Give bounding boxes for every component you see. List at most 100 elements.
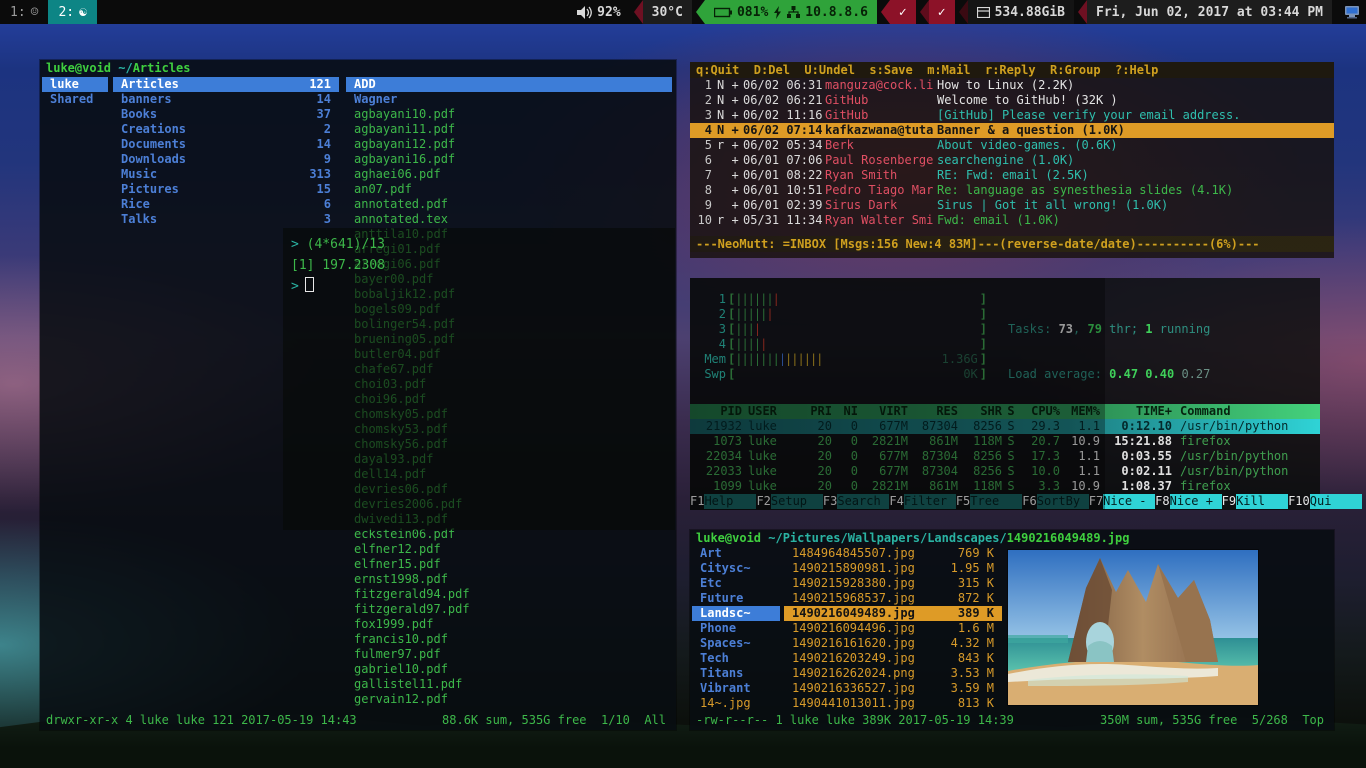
function-key[interactable]: F8Nice + [1155,494,1221,509]
file-row[interactable]: fitzgerald94.pdf [346,587,672,602]
message-number: 7 [690,168,712,183]
message-date: 06/01 08:22 [743,168,825,183]
image-file-row[interactable]: 1490216094496.jpg1.6 M [784,621,1002,636]
dir-row[interactable]: Phone [692,621,780,636]
image-file-row[interactable]: 1490215968537.jpg872 K [784,591,1002,606]
file-row[interactable]: Wagner [346,92,672,107]
dir-row[interactable]: Etc [692,576,780,591]
network-icon [787,6,800,18]
file-row[interactable]: gallistel11.pdf [346,677,672,692]
file-row[interactable]: fulmer97.pdf [346,647,672,662]
dir-row[interactable]: Books37 [113,107,339,122]
dir-row[interactable]: Landsc~ [692,606,780,621]
parent-dir-row[interactable]: luke [42,77,108,92]
image-file-row[interactable]: 1490216262024.png3.53 M [784,666,1002,681]
message-row[interactable]: 10 r + 05/31 11:34 Ryan Walter Smi Fwd: … [690,213,1334,228]
dir-row[interactable]: Creations2 [113,122,339,137]
function-key[interactable]: F6SortBy [1022,494,1088,509]
speaker-icon [577,6,592,19]
message-flags: N + [717,123,743,138]
file-row[interactable]: agbayani16.pdf [346,152,672,167]
function-key[interactable]: F5Tree [956,494,1022,509]
dir-row[interactable]: Future [692,591,780,606]
function-key[interactable]: F1Help [690,494,756,509]
file-row[interactable]: elfner15.pdf [346,557,672,572]
message-subject: Sirus | Got it all wrong! (1.0K) [937,198,1334,213]
workspace-2[interactable]: 2: ☯ [48,0,96,24]
check-icon: ✓ [899,5,907,20]
dir-row[interactable]: Spaces~ [692,636,780,651]
function-key[interactable]: F9Kill [1222,494,1288,509]
dir-row[interactable]: Articles121 [113,77,339,92]
process-row[interactable]: 22033luke200677M873048256S10.01.10:02.11… [690,464,1320,479]
file-row[interactable]: agbayani11.pdf [346,122,672,137]
disk-icon [977,7,990,18]
file-row[interactable]: elfner12.pdf [346,542,672,557]
process-row[interactable]: 1099luke2002821M861M118MS3.310.91:08.37f… [690,479,1320,494]
message-row[interactable]: 7 + 06/01 08:22 Ryan Smith RE: Fwd: emai… [690,168,1334,183]
image-file-row[interactable]: 1490215890981.jpg1.95 M [784,561,1002,576]
dir-row[interactable]: banners14 [113,92,339,107]
disk-free-value: 534.88GiB [995,5,1065,20]
system-tray[interactable] [1338,0,1366,24]
file-row[interactable]: fox1999.pdf [346,617,672,632]
file-row[interactable]: ernst1998.pdf [346,572,672,587]
function-key[interactable]: F10Qui [1288,494,1362,509]
calc-line-1: > (4*641)/13 [291,234,667,255]
process-row[interactable]: 21932luke200677M873048256S29.31.10:12.10… [690,419,1320,434]
image-file-row[interactable]: 1490215928380.jpg315 K [784,576,1002,591]
function-key[interactable]: F2Setup [756,494,822,509]
file-row[interactable]: aghaei06.pdf [346,167,672,182]
image-file-row[interactable]: 1484964845507.jpg769 K [784,546,1002,561]
file-row[interactable]: gervain12.pdf [346,692,672,707]
message-row[interactable]: 4 N + 06/02 07:14 kafkazwana@tuta Banner… [690,123,1334,138]
dir-row[interactable]: Downloads9 [113,152,339,167]
workspace-1[interactable]: 1: ☺ [0,0,48,24]
process-row[interactable]: 1073luke2002821M861M118MS20.710.915:21.8… [690,434,1320,449]
function-key[interactable]: F3Search [823,494,889,509]
dir-row[interactable]: Talks3 [113,212,339,227]
dir-row[interactable]: Citysc~ [692,561,780,576]
dir-row[interactable]: Vibrant [692,681,780,696]
dir-row[interactable]: Music313 [113,167,339,182]
file-row[interactable]: agbayani10.pdf [346,107,672,122]
process-row[interactable]: 22034luke200677M873048256S17.31.10:03.55… [690,449,1320,464]
function-key[interactable]: F7Nice - [1089,494,1155,509]
file-row[interactable]: an07.pdf [346,182,672,197]
directory-column: Articles121banners14Books37Creations2Doc… [113,77,339,227]
file-row[interactable]: francis10.pdf [346,632,672,647]
dir-row[interactable]: Art [692,546,780,561]
process-table-header[interactable]: PIDUSERPRINIVIRTRESSHRSCPU%MEM%TIME+Comm… [690,404,1320,419]
dir-row[interactable]: 14~.jpg [692,696,780,711]
calculator-terminal[interactable]: > (4*641)/13 [1] 197.2308 > [283,228,675,530]
file-row[interactable]: agbayani12.pdf [346,137,672,152]
image-file-row[interactable]: 1490216049489.jpg389 K [784,606,1002,621]
image-file-row[interactable]: 1490216203249.jpg843 K [784,651,1002,666]
image-file-row[interactable]: 1490216336527.jpg3.59 M [784,681,1002,696]
file-row[interactable]: gabriel10.pdf [346,662,672,677]
file-row[interactable]: ADD [346,77,672,92]
message-row[interactable]: 2 N + 06/02 06:21 GitHub Welcome to GitH… [690,93,1334,108]
file-column: 1484964845507.jpg769 K1490215890981.jpg1… [784,546,1002,711]
dir-row[interactable]: Titans [692,666,780,681]
updates-segment-2: ✓ [929,0,955,24]
meter-row: 2[||||||] [690,307,995,322]
message-row[interactable]: 1 N + 06/02 06:31 manguza@cock.li How to… [690,78,1334,93]
image-file-row[interactable]: 1490216161620.jpg4.32 M [784,636,1002,651]
file-row[interactable]: annotated.pdf [346,197,672,212]
message-row[interactable]: 6 + 06/01 07:06 Paul Rosenberge searchen… [690,153,1334,168]
dir-row[interactable]: Rice6 [113,197,339,212]
parent-dir-row[interactable]: Shared [42,92,108,107]
function-key[interactable]: F4Filter [889,494,955,509]
dir-row[interactable]: Pictures15 [113,182,339,197]
message-row[interactable]: 5 r + 06/02 05:34 Berk About video-games… [690,138,1334,153]
message-row[interactable]: 3 N + 06/02 11:16 GitHub [GitHub] Please… [690,108,1334,123]
dir-row[interactable]: Documents14 [113,137,339,152]
directory-column: ArtCitysc~EtcFutureLandsc~PhoneSpaces~Te… [692,546,780,711]
dir-row[interactable]: Tech [692,651,780,666]
message-row[interactable]: 8 + 06/01 10:51 Pedro Tiago Mar Re: lang… [690,183,1334,198]
file-row[interactable]: fitzgerald97.pdf [346,602,672,617]
image-file-row[interactable]: 1490441013011.jpg813 K [784,696,1002,711]
message-row[interactable]: 9 + 06/01 02:39 Sirus Dark Sirus | Got i… [690,198,1334,213]
file-row[interactable]: annotated.tex [346,212,672,227]
